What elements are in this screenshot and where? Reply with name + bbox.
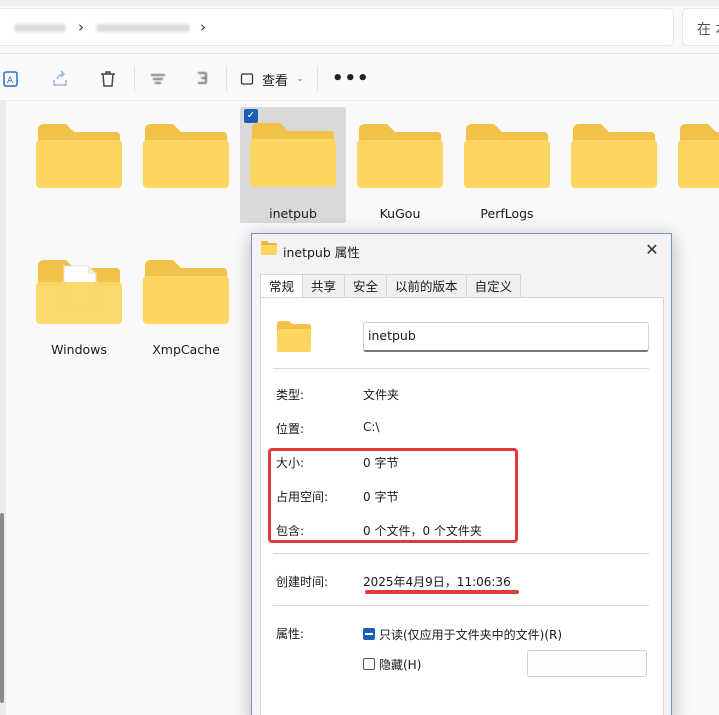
more-options-button[interactable]: ••• <box>332 68 370 89</box>
folder-item[interactable] <box>26 108 132 224</box>
size-value: 0 字节 <box>363 456 399 470</box>
folder-name: inetpub <box>269 206 317 221</box>
breadcrumb-redacted <box>96 24 190 32</box>
close-icon[interactable]: ✕ <box>641 238 663 260</box>
folder-item-selected[interactable]: ✓ inetpub <box>240 107 346 223</box>
view-button-label: 查看 <box>262 73 289 89</box>
tab-general[interactable]: 常规 <box>260 274 304 299</box>
svg-text:A: A <box>7 76 14 86</box>
address-bar[interactable]: › › <box>0 8 674 46</box>
window-top-strip <box>0 0 719 6</box>
scrollbar-thumb[interactable] <box>0 513 4 703</box>
tab-previous-versions[interactable]: 以前的版本 <box>387 274 467 298</box>
highlight-annotation-underline <box>365 590 519 594</box>
rename-icon[interactable]: A <box>0 67 24 91</box>
delete-icon[interactable] <box>96 67 120 91</box>
toolbar-divider <box>317 66 318 92</box>
view-icon <box>240 73 254 85</box>
contains-label: 包含: <box>276 524 305 538</box>
created-value: 2025年4月9日，11:06:36 <box>363 575 511 589</box>
chevron-down-icon: ⌄ <box>296 74 304 84</box>
toolbar-divider <box>134 66 135 92</box>
dialog-titlebar[interactable]: inetpub 属性 ✕ <box>252 234 671 264</box>
readonly-checkbox-label[interactable]: 只读(仅应用于文件夹中的文件)(R) <box>379 626 562 643</box>
view-button[interactable]: 查看 ⌄ <box>240 68 304 90</box>
layout-icon[interactable] <box>190 67 214 91</box>
tab-customize[interactable]: 自定义 <box>466 274 522 298</box>
hidden-checkbox[interactable] <box>363 658 375 670</box>
divider <box>0 100 719 101</box>
folder-name-input[interactable]: inetpub <box>363 322 649 352</box>
properties-dialog: inetpub 属性 ✕ 常规 共享 安全 以前的版本 自定义 inetpub … <box>251 233 672 715</box>
folder-name: KuGou <box>379 206 421 221</box>
folder-icon <box>36 124 122 188</box>
search-input[interactable]: 在 本 <box>682 8 719 46</box>
advanced-button[interactable] <box>527 650 647 677</box>
breadcrumb-chevron-icon[interactable]: › <box>200 18 206 36</box>
folder-small-icon <box>261 241 277 255</box>
sort-icon[interactable] <box>146 67 170 91</box>
folder-with-file-icon <box>36 260 122 324</box>
folder-icon <box>250 123 336 187</box>
share-icon[interactable] <box>48 67 72 91</box>
type-label: 类型: <box>276 388 305 402</box>
hidden-checkbox-label[interactable]: 隐藏(H) <box>379 656 421 673</box>
folder-icon <box>464 124 550 188</box>
folder-icon <box>357 124 443 188</box>
general-panel: inetpub 类型: 文件夹 位置: C:\ 大小: 0 字节 占用空间: 0… <box>260 297 664 715</box>
contains-value: 0 个文件，0 个文件夹 <box>363 524 482 538</box>
folder-item[interactable] <box>561 108 667 224</box>
dialog-title: inetpub 属性 <box>283 245 360 260</box>
folder-icon <box>571 124 657 188</box>
folder-name: PerfLogs <box>480 206 534 221</box>
folder-icon <box>143 124 229 188</box>
breadcrumb-chevron-icon[interactable]: › <box>78 18 84 36</box>
size-on-disk-label: 占用空间: <box>276 490 329 504</box>
dialog-tabs: 常规 共享 安全 以前的版本 自定义 <box>260 274 522 299</box>
divider <box>273 553 649 554</box>
toolbar-divider <box>226 66 227 92</box>
divider <box>0 53 719 54</box>
folder-icon <box>143 260 229 324</box>
size-label: 大小: <box>276 456 305 470</box>
folder-item[interactable] <box>133 108 239 224</box>
command-bar: A 查看 ⌄ ••• <box>0 60 719 98</box>
readonly-checkbox[interactable] <box>363 628 375 640</box>
scrollbar-track[interactable] <box>0 101 6 715</box>
created-label: 创建时间: <box>276 575 329 589</box>
location-label: 位置: <box>276 422 305 436</box>
folder-icon <box>277 321 311 352</box>
size-on-disk-value: 0 字节 <box>363 490 399 504</box>
folder-item[interactable]: XmpCache <box>133 244 239 360</box>
tab-sharing[interactable]: 共享 <box>303 274 346 298</box>
folder-name: XmpCache <box>152 342 220 357</box>
divider <box>273 605 649 606</box>
type-value: 文件夹 <box>363 388 400 402</box>
breadcrumb-redacted <box>14 24 66 32</box>
tab-security[interactable]: 安全 <box>345 274 388 298</box>
folder-icon <box>678 124 719 188</box>
folder-item[interactable]: PerfLogs <box>454 108 560 224</box>
folder-item[interactable]: KuGou <box>347 108 453 224</box>
location-value: C:\ <box>363 420 380 434</box>
attributes-label: 属性: <box>276 627 305 641</box>
folder-item[interactable] <box>668 108 719 224</box>
divider <box>273 368 649 369</box>
folder-name: Windows <box>51 342 107 357</box>
folder-item[interactable]: Windows <box>26 244 132 360</box>
